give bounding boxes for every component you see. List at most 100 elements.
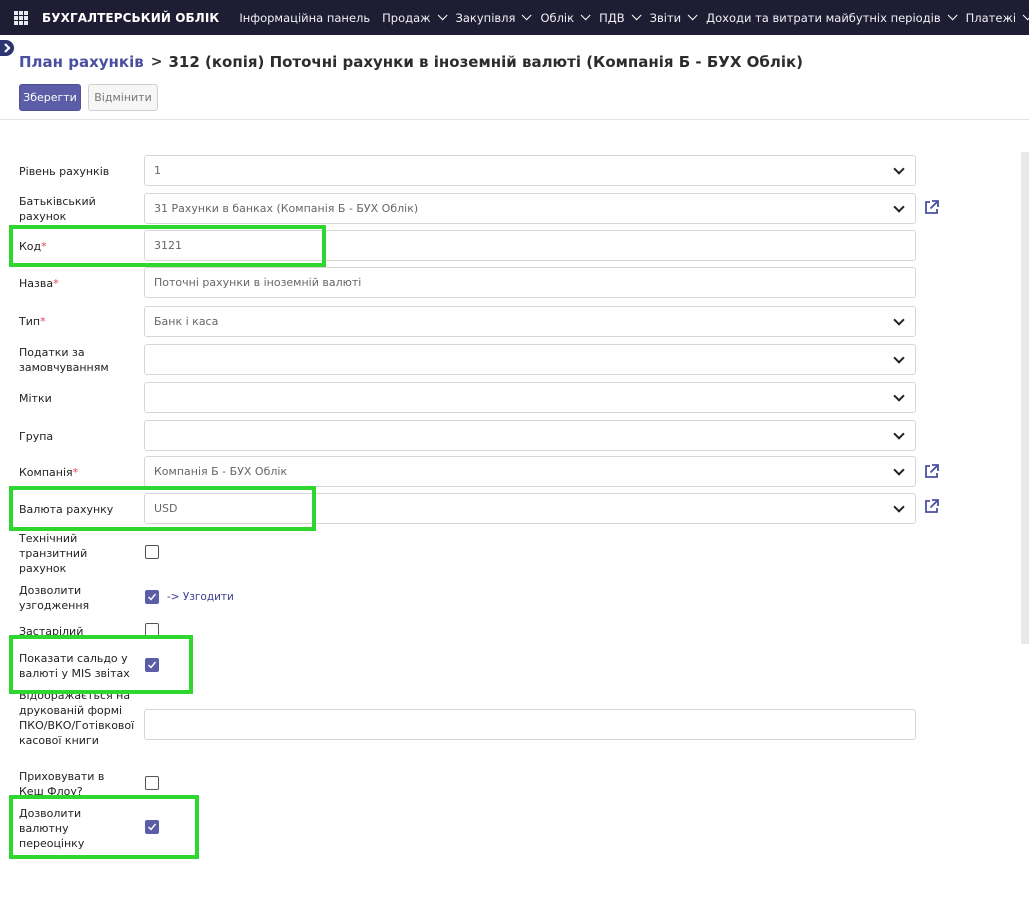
- menu-item[interactable]: Доходи та витрати майбутніх періодів: [700, 10, 960, 25]
- parent-account-select[interactable]: 31 Рахунки в банках (Компанія Б - БУХ Об…: [144, 193, 916, 224]
- print-form-label: Відображається на друкованій формі ПКО/В…: [19, 689, 135, 747]
- menu-item-label: Звіти: [649, 10, 682, 25]
- menu-item-label: Облік: [540, 10, 575, 25]
- page-title: 312 (копія) Поточні рахунки в іноземній …: [168, 53, 804, 71]
- menu-item-label: ПДВ: [599, 10, 625, 25]
- chevron-down-icon: [893, 428, 905, 440]
- required-mark: *: [53, 277, 59, 290]
- breadcrumb-link-chart-of-accounts[interactable]: План рахунків: [19, 53, 144, 71]
- deprecated-checkbox[interactable]: [145, 623, 159, 637]
- chevron-down-icon: [893, 163, 905, 175]
- check-icon: [148, 661, 157, 669]
- show-currency-balance-label: Показати сальдо у валюті у MIS звітах: [19, 652, 130, 680]
- apps-grid-icon[interactable]: [14, 10, 28, 25]
- technical-transit-label: Технічний транзитний рахунок: [19, 532, 88, 575]
- external-link-icon[interactable]: [923, 498, 940, 515]
- code-label-text: Код: [19, 240, 42, 253]
- name-label: Назва*: [19, 276, 137, 291]
- tags-label: Мітки: [19, 392, 52, 405]
- allow-reconcile-checkbox[interactable]: [145, 590, 159, 604]
- required-mark: *: [41, 240, 47, 253]
- code-input[interactable]: 3121: [144, 230, 916, 261]
- group-select[interactable]: [144, 420, 916, 451]
- menu-item-label: Інформаційна панель: [239, 10, 371, 25]
- group-label: Група: [19, 430, 54, 443]
- app-brand[interactable]: БУХГАЛТЕРСЬКИЙ ОБЛІК: [42, 11, 219, 25]
- menu-item-label: Закупівля: [455, 10, 516, 25]
- type-value: Банк і каса: [154, 315, 219, 328]
- chevron-down-icon: [1022, 10, 1029, 21]
- code-value: 3121: [154, 239, 182, 252]
- top-navbar: БУХГАЛТЕРСЬКИЙ ОБЛІК Інформаційна панель…: [0, 0, 1029, 35]
- name-input[interactable]: Поточні рахунки в іноземній валюті: [144, 267, 916, 298]
- chevron-down-icon: [522, 10, 533, 21]
- menu-item[interactable]: Облік: [534, 10, 593, 25]
- menu-item[interactable]: Інформаційна панель: [233, 11, 376, 25]
- type-label-text: Тип: [19, 315, 41, 328]
- menu-item[interactable]: Платежі: [960, 10, 1029, 25]
- show-currency-balance-checkbox[interactable]: [145, 658, 159, 672]
- deprecated-label: Застарілий: [19, 625, 84, 638]
- breadcrumb-separator: >: [150, 54, 163, 70]
- name-value: Поточні рахунки в іноземній валюті: [154, 276, 362, 289]
- type-select[interactable]: Банк і каса: [144, 306, 916, 337]
- breadcrumb: План рахунків > 312 (копія) Поточні раху…: [19, 53, 803, 71]
- menu-item[interactable]: Закупівля: [450, 10, 535, 25]
- technical-transit-checkbox[interactable]: [145, 545, 159, 559]
- menu-item-label: Продаж: [382, 10, 431, 25]
- chevron-down-icon: [893, 464, 905, 476]
- menu-item-label: Доходи та витрати майбутніх періодів: [706, 10, 941, 25]
- check-icon: [148, 593, 157, 601]
- hide-cashflow-label: Приховувати в Кеш Флоу?: [19, 770, 105, 798]
- header-divider: [0, 119, 1029, 120]
- sidebar-toggle-icon[interactable]: [0, 40, 14, 56]
- level-value: 1: [154, 164, 161, 177]
- company-label-text: Компанія: [19, 466, 73, 479]
- company-label: Компанія*: [19, 465, 137, 480]
- parent-account-value: 31 Рахунки в банках (Компанія Б - БУХ Об…: [154, 202, 419, 215]
- hide-cashflow-checkbox[interactable]: [145, 776, 159, 790]
- chevron-down-icon: [893, 314, 905, 326]
- chevron-down-icon: [893, 201, 905, 213]
- external-link-icon[interactable]: [923, 199, 940, 216]
- chevron-down-icon: [437, 10, 448, 21]
- menu-item[interactable]: ПДВ: [593, 10, 644, 25]
- company-value: Компанія Б - БУХ Облік: [154, 465, 288, 478]
- chevron-down-icon: [893, 501, 905, 513]
- allow-revaluation-label: Дозволити валютну переоцінку: [19, 807, 85, 850]
- menu-item-label: Платежі: [965, 10, 1017, 25]
- name-label-text: Назва: [19, 277, 54, 290]
- external-link-icon[interactable]: [923, 463, 940, 480]
- default-taxes-select[interactable]: [144, 344, 916, 375]
- required-mark: *: [40, 315, 46, 328]
- save-button[interactable]: Зберегти: [19, 84, 81, 111]
- main-menu: Інформаційна панель Продаж Закупівля Облік П…: [233, 1, 1029, 34]
- level-select[interactable]: 1: [144, 155, 916, 186]
- currency-select[interactable]: USD: [144, 493, 916, 524]
- type-label: Тип*: [19, 314, 137, 329]
- menu-item[interactable]: Продаж: [376, 10, 449, 25]
- currency-label: Валюта рахунку: [19, 503, 114, 516]
- check-icon: [148, 823, 157, 831]
- tags-select[interactable]: [144, 382, 916, 413]
- chevron-down-icon: [687, 10, 698, 21]
- currency-value: USD: [154, 502, 178, 515]
- print-form-input[interactable]: [144, 709, 916, 740]
- menu-item[interactable]: Звіти: [644, 10, 701, 25]
- parent-account-label: Батьківський рахунок: [19, 195, 96, 223]
- default-taxes-label: Податки за замовчуванням: [19, 346, 109, 374]
- chevron-down-icon: [631, 10, 642, 21]
- chevron-down-icon: [580, 10, 591, 21]
- company-select[interactable]: Компанія Б - БУХ Облік: [144, 456, 916, 487]
- level-label: Рівень рахунків: [19, 165, 110, 178]
- reconcile-link[interactable]: -> Узгодити: [167, 591, 234, 603]
- discard-button[interactable]: Відмінити: [88, 84, 158, 111]
- scrollbar[interactable]: [1021, 152, 1029, 644]
- allow-reconcile-label: Дозволити узгодження: [19, 584, 90, 612]
- chevron-down-icon: [947, 10, 958, 21]
- code-label: Код*: [19, 239, 137, 254]
- chevron-down-icon: [893, 390, 905, 402]
- chevron-down-icon: [893, 352, 905, 364]
- required-mark: *: [72, 466, 79, 479]
- allow-revaluation-checkbox[interactable]: [145, 820, 159, 834]
